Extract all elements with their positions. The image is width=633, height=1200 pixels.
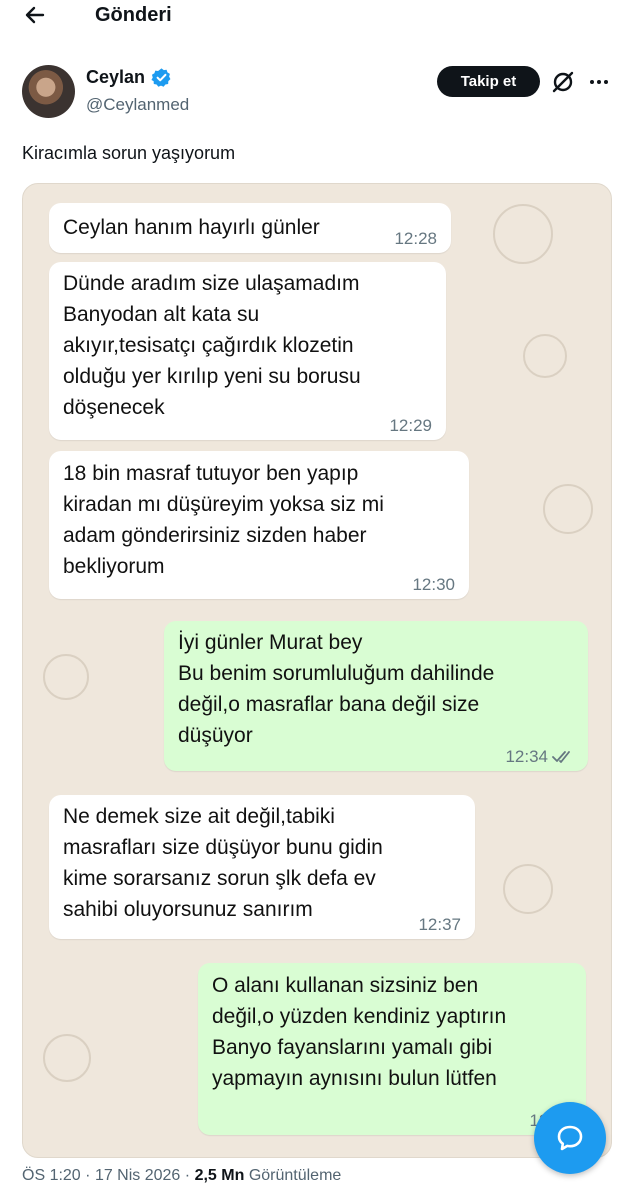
back-button[interactable]: [18, 2, 52, 28]
chat-message-outgoing: O alanı kullanan sizsiniz ben değil,o yü…: [198, 963, 586, 1135]
tweet-date[interactable]: 17 Nis 2026: [95, 1167, 180, 1184]
message-time: 12:30: [412, 575, 455, 595]
meta-separator: ·: [184, 1167, 191, 1184]
tweet-meta: ÖS 1:20 · 17 Nis 2026 · 2,5 Mn Görüntüle…: [22, 1165, 341, 1187]
views-label: Görüntüleme: [248, 1167, 342, 1184]
author-name[interactable]: Ceylan: [86, 66, 145, 88]
verified-badge-icon: [151, 67, 171, 87]
tweet-media-image[interactable]: Ceylan hanım hayırlı günler 12:28 Dünde …: [22, 183, 612, 1158]
grok-icon: [552, 71, 574, 93]
chat-message-incoming: Dünde aradım size ulaşamadım Banyodan al…: [49, 262, 446, 440]
chat-bubble-icon: [557, 1125, 583, 1151]
message-time: 12:34: [505, 747, 574, 767]
time-text: 12:37: [418, 915, 461, 934]
top-bar: Gönderi: [0, 0, 633, 30]
message-text: 18 bin masraf tutuyor ben yapıp kiradan …: [63, 462, 384, 578]
more-horizontal-icon: [590, 80, 594, 84]
message-text: Ne demek size ait değil,tabiki masraflar…: [63, 805, 383, 921]
double-check-icon: [552, 751, 570, 763]
message-text: O alanı kullanan sizsiniz ben değil,o yü…: [212, 974, 507, 1090]
chat-message-incoming: 18 bin masraf tutuyor ben yapıp kiradan …: [49, 451, 469, 599]
wallpaper-doodle: [493, 204, 553, 264]
author-name-row[interactable]: Ceylan: [86, 66, 172, 88]
wallpaper-doodle: [43, 654, 89, 700]
meta-separator: ·: [85, 1167, 91, 1184]
grok-button[interactable]: [550, 69, 576, 95]
wallpaper-doodle: [543, 484, 593, 534]
time-text: 12:29: [389, 416, 432, 435]
more-dot: [597, 80, 601, 84]
author-handle[interactable]: @Ceylanmed: [86, 94, 189, 116]
wallpaper-doodle: [43, 1034, 91, 1082]
time-text: 12:34: [505, 747, 548, 766]
message-time: 12:37: [418, 915, 461, 935]
tweet-text: Kiracımla sorun yaşıyorum: [22, 143, 236, 163]
tweet-time[interactable]: ÖS 1:20: [22, 1167, 81, 1184]
page-title: Gönderi: [95, 4, 172, 26]
time-text: 12:30: [412, 575, 455, 594]
message-text: Dünde aradım size ulaşamadım Banyodan al…: [63, 272, 361, 419]
message-text: İyi günler Murat bey Bu benim sorumluluğ…: [178, 631, 495, 747]
chat-message-incoming: Ceylan hanım hayırlı günler 12:28: [49, 203, 451, 253]
chat-button[interactable]: [534, 1102, 606, 1174]
message-time: 12:29: [389, 416, 432, 436]
wallpaper-doodle: [503, 864, 553, 914]
wallpaper-doodle: [523, 334, 567, 378]
avatar[interactable]: [22, 65, 75, 118]
chat-message-outgoing: İyi günler Murat bey Bu benim sorumluluğ…: [164, 621, 588, 771]
views-count: 2,5 Mn: [194, 1167, 245, 1184]
arrow-left-icon: [25, 6, 45, 24]
follow-button[interactable]: Takip et: [437, 66, 540, 97]
time-text: 12:28: [394, 229, 437, 248]
chat-message-incoming: Ne demek size ait değil,tabiki masraflar…: [49, 795, 475, 939]
more-options-button[interactable]: [585, 72, 613, 92]
message-time: 12:28: [394, 229, 437, 249]
message-text: Ceylan hanım hayırlı günler: [63, 216, 320, 239]
more-dot: [604, 80, 608, 84]
